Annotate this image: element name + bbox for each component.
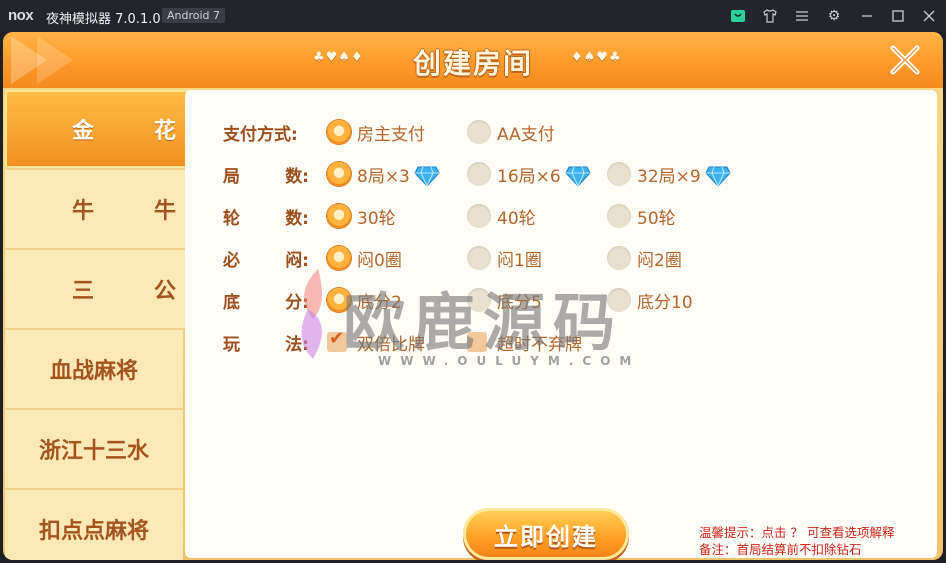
label-part: 轮 — [223, 208, 240, 229]
radio-selected-icon — [327, 204, 351, 228]
label-part: 局 — [223, 166, 240, 187]
turns-option-40[interactable]: 40轮 — [467, 202, 536, 230]
rounds-label: 局 数: — [223, 162, 309, 187]
option-label: 50轮 — [637, 208, 676, 229]
dialog-header: ♣♥♠♦ 创建房间 ♦♠♥♣ — [3, 32, 943, 88]
menu-icon[interactable] — [792, 6, 812, 26]
sidebar-item-label: 扣点点麻将 — [38, 519, 149, 544]
option-label: 16局×6 — [497, 166, 561, 187]
radio-selected-icon — [327, 162, 351, 186]
rounds-option-32[interactable]: 32局×9 — [607, 160, 731, 188]
sidebar-item-zhejiang-shisanshui[interactable]: 浙江十三水 — [5, 410, 183, 490]
create-room-dialog: ♣♥♠♦ 创建房间 ♦♠♥♣ 金花 牛牛 三公 血战麻将 浙江十三水 扣点点麻将… — [3, 32, 943, 560]
radio-selected-icon — [327, 120, 351, 144]
turns-option-30[interactable]: 30轮 — [327, 202, 396, 230]
radio-icon — [607, 204, 631, 228]
radio-icon — [607, 162, 631, 186]
rounds-row: 局 数: — [223, 160, 309, 188]
sidebar-item-label: 血战麻将 — [49, 359, 138, 384]
radio-icon — [607, 246, 631, 270]
window-titlebar: nox 夜神模拟器 7.0.1.0 Android 7 ⚙ — [0, 0, 946, 32]
label-part: 底 — [223, 292, 240, 313]
must-blind-option-1[interactable]: 闷1圈 — [467, 244, 542, 272]
watermark-url: WWW.OULUYM.COM — [378, 354, 641, 368]
option-label: 8局×3 — [357, 166, 410, 187]
turns-row: 轮 数: — [223, 202, 309, 230]
create-room-button[interactable]: 立即创建 — [463, 508, 629, 560]
close-icon[interactable] — [919, 6, 939, 26]
label-part: 数: — [285, 166, 309, 187]
option-label: 闷0圈 — [357, 250, 402, 271]
option-label: 40轮 — [497, 208, 536, 229]
option-label: 32局×9 — [637, 166, 701, 187]
window-title: 夜神模拟器 7.0.1.0 — [46, 12, 161, 27]
label-part: 玩 — [223, 334, 240, 355]
suits-decoration-right: ♦♠♥♣ — [571, 50, 622, 65]
watermark-logo-icon — [301, 269, 322, 359]
store-icon[interactable] — [728, 6, 748, 26]
payment-label: 支付方式: — [223, 124, 298, 145]
android-version-badge: Android 7 — [162, 8, 226, 23]
option-label: 房主支付 — [357, 124, 425, 145]
dialog-title: 创建房间 — [412, 47, 533, 80]
radio-icon — [467, 204, 491, 228]
turns-label: 轮 数: — [223, 204, 309, 229]
must-blind-option-2[interactable]: 闷2圈 — [607, 244, 682, 272]
diamond-icon — [705, 165, 731, 187]
shirt-icon[interactable] — [760, 6, 780, 26]
option-label: AA支付 — [497, 124, 555, 145]
payment-option-aa[interactable]: AA支付 — [467, 118, 555, 146]
turns-option-50[interactable]: 50轮 — [607, 202, 676, 230]
option-label: 30轮 — [357, 208, 396, 229]
label-part: 必 — [223, 250, 240, 271]
radio-icon — [467, 120, 491, 144]
nox-logo: nox — [8, 7, 34, 24]
label-part: 数: — [285, 208, 309, 229]
diamond-icon — [414, 165, 440, 187]
payment-option-owner[interactable]: 房主支付 — [327, 118, 425, 146]
gear-icon[interactable]: ⚙ — [824, 6, 844, 26]
watermark-text: 欧鹿源码 — [343, 286, 624, 359]
minimize-icon[interactable] — [857, 6, 877, 26]
note-line: 备注：首局结算前不扣除钻石 — [699, 542, 862, 557]
sidebar-item-label: 浙江十三水 — [38, 439, 149, 464]
maximize-icon[interactable] — [888, 6, 908, 26]
rounds-option-8[interactable]: 8局×3 — [327, 160, 440, 188]
diamond-icon — [565, 165, 591, 187]
payment-row: 支付方式: — [223, 118, 309, 146]
radio-icon — [467, 246, 491, 270]
option-label: 闷1圈 — [497, 250, 542, 271]
dialog-close-button[interactable] — [885, 40, 925, 80]
option-label: 闷2圈 — [637, 250, 682, 271]
sidebar-item-xuezhan-majiang[interactable]: 血战麻将 — [5, 330, 183, 410]
sidebar-item-koudiandian-majiang[interactable]: 扣点点麻将 — [5, 490, 183, 560]
game-type-sidebar: 金花 牛牛 三公 血战麻将 浙江十三水 扣点点麻将 — [5, 90, 243, 560]
radio-icon — [467, 162, 491, 186]
rounds-option-16[interactable]: 16局×6 — [467, 160, 591, 188]
option-label: 底分10 — [637, 292, 693, 313]
